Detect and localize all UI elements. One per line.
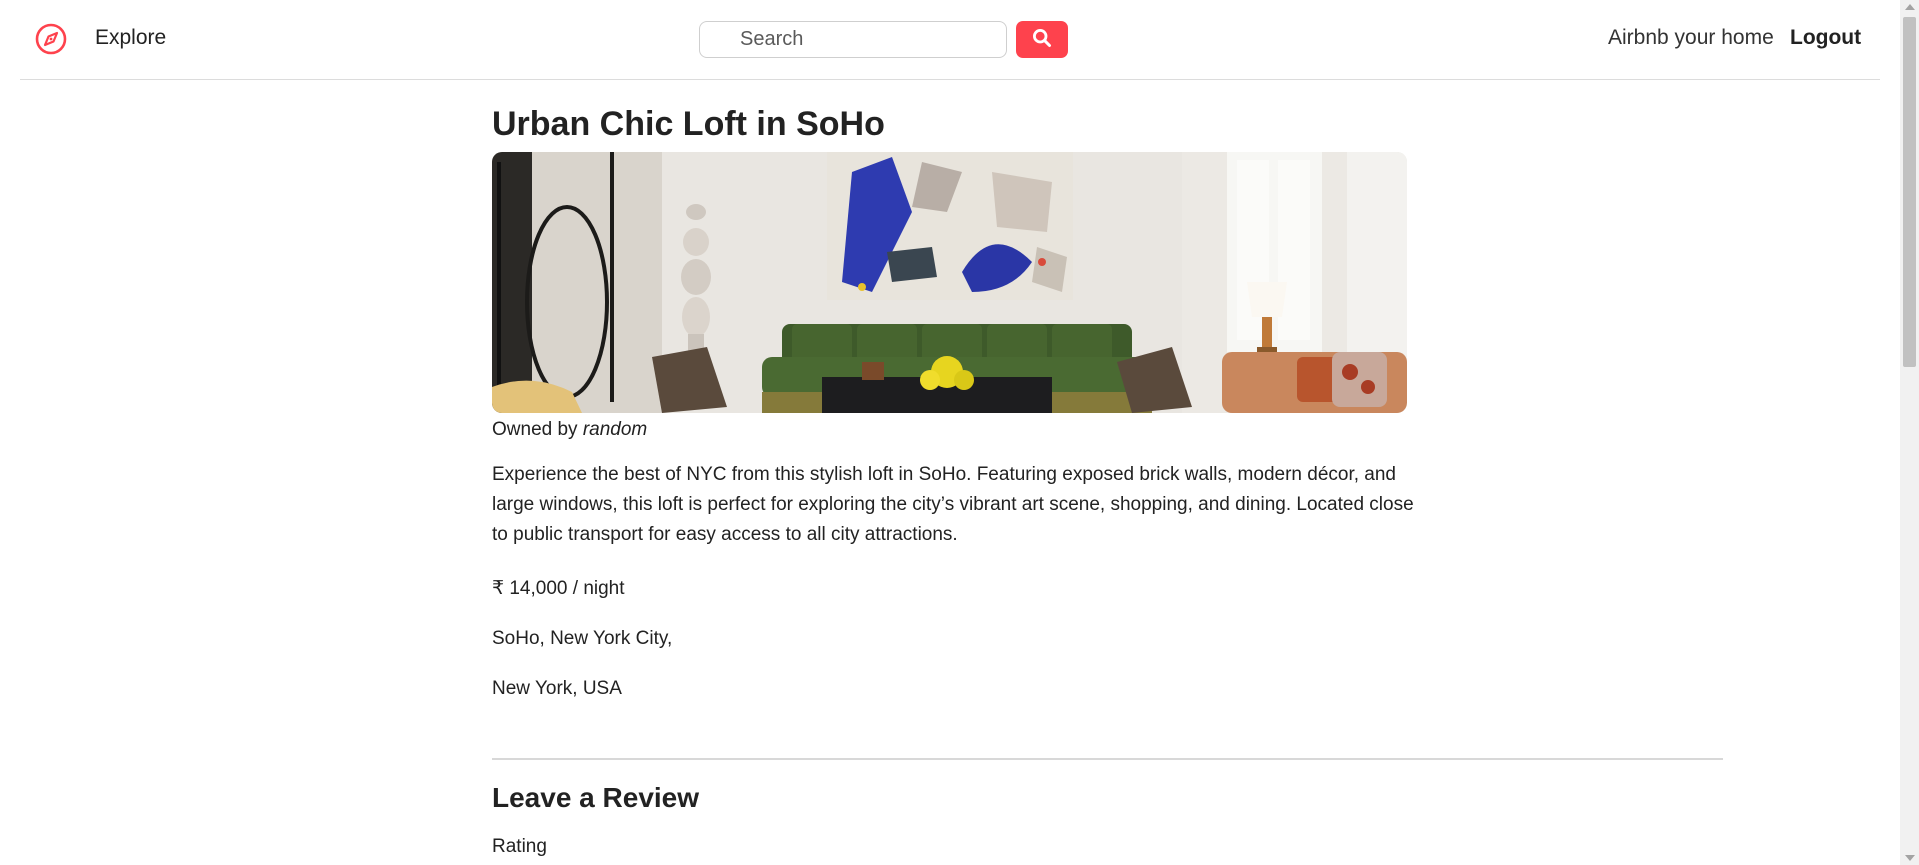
review-section-title: Leave a Review <box>492 782 700 813</box>
owner-prefix: Owned by <box>492 419 578 440</box>
compass-icon[interactable] <box>34 22 68 56</box>
scroll-down-arrow-icon[interactable] <box>1905 855 1915 861</box>
search-icon <box>1032 28 1052 51</box>
listing-location: SoHo, New York City, <box>492 628 673 649</box>
owner-info: Owned by random <box>492 419 1723 440</box>
listing-country: New York, USA <box>492 678 622 699</box>
logout-link[interactable]: Logout <box>1790 26 1861 50</box>
scrollbar-thumb[interactable] <box>1903 17 1916 367</box>
listing-details: Urban Chic Loft in SoHo Owned by random … <box>492 80 1723 858</box>
airbnb-your-home-link[interactable]: Airbnb your home <box>1608 26 1774 50</box>
search-input[interactable] <box>699 21 1007 58</box>
search-button[interactable] <box>1016 21 1068 58</box>
rating-label: Rating <box>492 836 547 857</box>
section-divider <box>492 758 1723 760</box>
nav-explore-link[interactable]: Explore <box>95 26 166 50</box>
scroll-up-arrow-icon[interactable] <box>1905 4 1915 10</box>
owner-name: random <box>582 419 648 440</box>
listing-price: ₹ 14,000 / night <box>492 578 625 599</box>
listing-image <box>492 152 1407 413</box>
listing-description: Experience the best of NYC from this sty… <box>492 464 1414 545</box>
page-scrollbar[interactable] <box>1900 0 1919 865</box>
listing-title: Urban Chic Loft in SoHo <box>492 105 885 143</box>
navbar: Explore Airbnb your home Logout <box>20 0 1880 80</box>
